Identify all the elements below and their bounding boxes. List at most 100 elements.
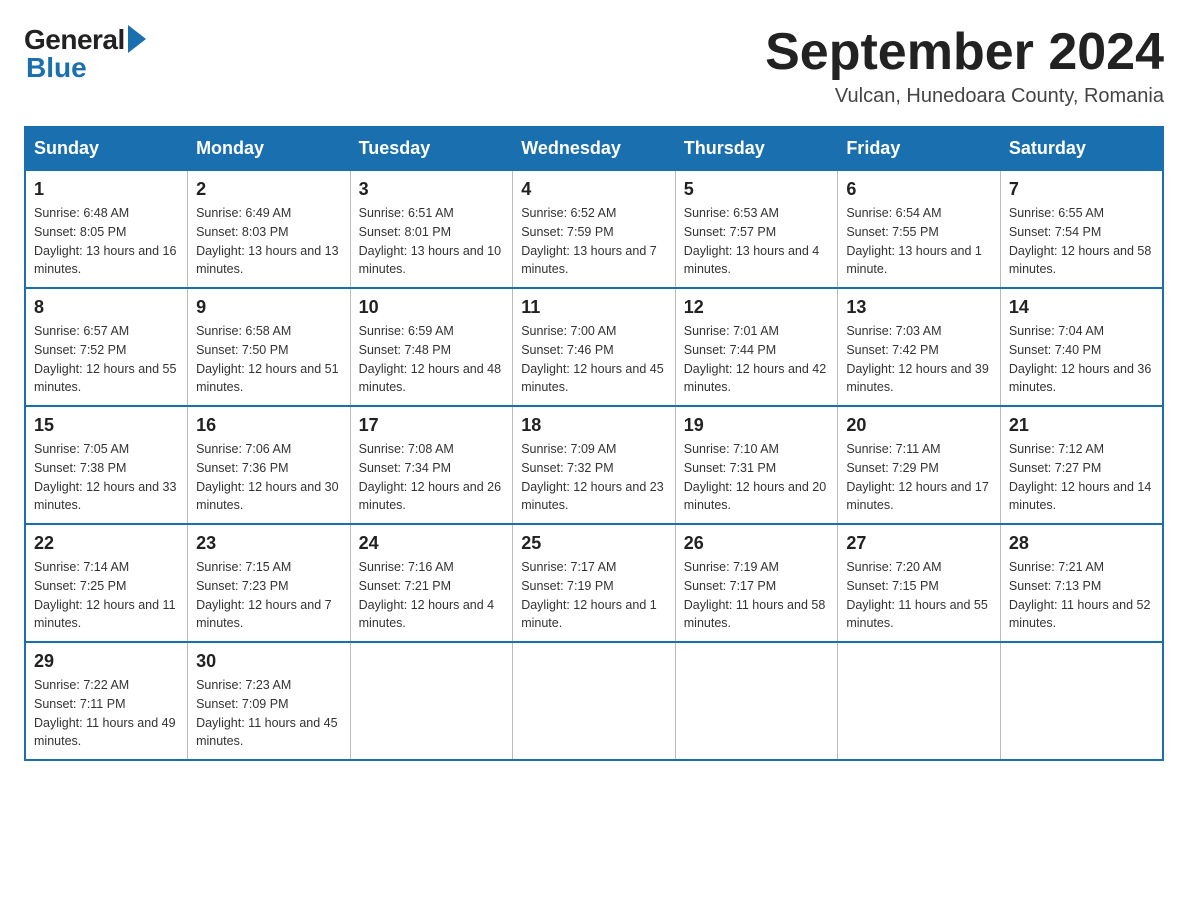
day-info: Sunrise: 6:48 AMSunset: 8:05 PMDaylight:… [34,204,179,279]
calendar-day-cell: 16 Sunrise: 7:06 AMSunset: 7:36 PMDayligh… [188,406,351,524]
day-info: Sunrise: 7:17 AMSunset: 7:19 PMDaylight:… [521,558,667,633]
day-number: 17 [359,415,505,436]
day-number: 5 [684,179,830,200]
day-info: Sunrise: 6:51 AMSunset: 8:01 PMDaylight:… [359,204,505,279]
calendar-day-cell: 4 Sunrise: 6:52 AMSunset: 7:59 PMDaylight… [513,170,676,288]
day-number: 10 [359,297,505,318]
day-info: Sunrise: 7:05 AMSunset: 7:38 PMDaylight:… [34,440,179,515]
calendar-day-cell: 24Sunrise: 7:16 AMSunset: 7:21 PMDayligh… [350,524,513,642]
calendar-day-cell: 6 Sunrise: 6:54 AMSunset: 7:55 PMDaylight… [838,170,1001,288]
day-number: 30 [196,651,342,672]
day-info: Sunrise: 7:12 AMSunset: 7:27 PMDaylight:… [1009,440,1154,515]
calendar-week-row: 29Sunrise: 7:22 AMSunset: 7:11 PMDayligh… [25,642,1163,760]
day-info: Sunrise: 7:06 AMSunset: 7:36 PMDaylight:… [196,440,342,515]
day-number: 25 [521,533,667,554]
calendar-day-cell: 20Sunrise: 7:11 AMSunset: 7:29 PMDayligh… [838,406,1001,524]
logo-blue-text: Blue [26,52,87,84]
calendar-header-row: SundayMondayTuesdayWednesdayThursdayFrid… [25,127,1163,170]
day-number: 2 [196,179,342,200]
calendar-day-cell [513,642,676,760]
weekday-header: Wednesday [513,127,676,170]
day-number: 29 [34,651,179,672]
day-info: Sunrise: 7:10 AMSunset: 7:31 PMDaylight:… [684,440,830,515]
day-info: Sunrise: 6:54 AMSunset: 7:55 PMDaylight:… [846,204,992,279]
weekday-header: Saturday [1000,127,1163,170]
calendar-day-cell: 11 Sunrise: 7:00 AMSunset: 7:46 PMDayligh… [513,288,676,406]
calendar-day-cell: 5 Sunrise: 6:53 AMSunset: 7:57 PMDaylight… [675,170,838,288]
calendar-day-cell [675,642,838,760]
day-number: 16 [196,415,342,436]
day-info: Sunrise: 6:57 AMSunset: 7:52 PMDaylight:… [34,322,179,397]
day-number: 27 [846,533,992,554]
calendar-day-cell [350,642,513,760]
weekday-header: Tuesday [350,127,513,170]
day-number: 26 [684,533,830,554]
day-info: Sunrise: 7:09 AMSunset: 7:32 PMDaylight:… [521,440,667,515]
day-number: 28 [1009,533,1154,554]
calendar-week-row: 15 Sunrise: 7:05 AMSunset: 7:38 PMDayligh… [25,406,1163,524]
day-info: Sunrise: 7:08 AMSunset: 7:34 PMDaylight:… [359,440,505,515]
calendar-day-cell: 14Sunrise: 7:04 AMSunset: 7:40 PMDayligh… [1000,288,1163,406]
calendar-day-cell: 27Sunrise: 7:20 AMSunset: 7:15 PMDayligh… [838,524,1001,642]
day-number: 11 [521,297,667,318]
day-number: 15 [34,415,179,436]
calendar-day-cell: 22 Sunrise: 7:14 AMSunset: 7:25 PMDayligh… [25,524,188,642]
day-info: Sunrise: 7:15 AMSunset: 7:23 PMDaylight:… [196,558,342,633]
day-number: 22 [34,533,179,554]
weekday-header: Monday [188,127,351,170]
calendar-day-cell [1000,642,1163,760]
day-number: 7 [1009,179,1154,200]
day-number: 23 [196,533,342,554]
calendar-week-row: 8 Sunrise: 6:57 AMSunset: 7:52 PMDaylight… [25,288,1163,406]
day-info: Sunrise: 7:21 AMSunset: 7:13 PMDaylight:… [1009,558,1154,633]
day-number: 4 [521,179,667,200]
day-info: Sunrise: 7:23 AMSunset: 7:09 PMDaylight:… [196,676,342,751]
calendar-day-cell: 23 Sunrise: 7:15 AMSunset: 7:23 PMDayligh… [188,524,351,642]
day-number: 21 [1009,415,1154,436]
logo: General Blue [24,24,146,84]
day-number: 1 [34,179,179,200]
calendar-day-cell: 2 Sunrise: 6:49 AMSunset: 8:03 PMDaylight… [188,170,351,288]
day-info: Sunrise: 7:03 AMSunset: 7:42 PMDaylight:… [846,322,992,397]
calendar-day-cell: 30 Sunrise: 7:23 AMSunset: 7:09 PMDayligh… [188,642,351,760]
calendar-day-cell: 8 Sunrise: 6:57 AMSunset: 7:52 PMDaylight… [25,288,188,406]
day-info: Sunrise: 7:00 AMSunset: 7:46 PMDaylight:… [521,322,667,397]
calendar-day-cell: 18 Sunrise: 7:09 AMSunset: 7:32 PMDayligh… [513,406,676,524]
calendar-day-cell: 28 Sunrise: 7:21 AMSunset: 7:13 PMDayligh… [1000,524,1163,642]
calendar-day-cell [838,642,1001,760]
day-info: Sunrise: 7:16 AMSunset: 7:21 PMDaylight:… [359,558,505,633]
title-area: September 2024 Vulcan, Hunedoara County,… [765,24,1164,108]
day-number: 13 [846,297,992,318]
day-info: Sunrise: 7:11 AMSunset: 7:29 PMDaylight:… [846,440,992,515]
day-info: Sunrise: 7:01 AMSunset: 7:44 PMDaylight:… [684,322,830,397]
day-number: 8 [34,297,179,318]
calendar-day-cell: 21 Sunrise: 7:12 AMSunset: 7:27 PMDayligh… [1000,406,1163,524]
day-info: Sunrise: 6:53 AMSunset: 7:57 PMDaylight:… [684,204,830,279]
calendar-day-cell: 19 Sunrise: 7:10 AMSunset: 7:31 PMDayligh… [675,406,838,524]
calendar-day-cell: 10Sunrise: 6:59 AMSunset: 7:48 PMDayligh… [350,288,513,406]
day-info: Sunrise: 7:14 AMSunset: 7:25 PMDaylight:… [34,558,179,633]
day-number: 14 [1009,297,1154,318]
calendar-week-row: 22 Sunrise: 7:14 AMSunset: 7:25 PMDayligh… [25,524,1163,642]
calendar-day-cell: 1 Sunrise: 6:48 AMSunset: 8:05 PMDaylight… [25,170,188,288]
weekday-header: Friday [838,127,1001,170]
day-info: Sunrise: 6:52 AMSunset: 7:59 PMDaylight:… [521,204,667,279]
day-info: Sunrise: 6:58 AMSunset: 7:50 PMDaylight:… [196,322,342,397]
calendar-day-cell: 9 Sunrise: 6:58 AMSunset: 7:50 PMDaylight… [188,288,351,406]
calendar-day-cell: 26 Sunrise: 7:19 AMSunset: 7:17 PMDayligh… [675,524,838,642]
day-number: 6 [846,179,992,200]
page-header: General Blue September 2024 Vulcan, Hune… [24,24,1164,108]
calendar-day-cell: 25 Sunrise: 7:17 AMSunset: 7:19 PMDayligh… [513,524,676,642]
calendar-week-row: 1 Sunrise: 6:48 AMSunset: 8:05 PMDaylight… [25,170,1163,288]
location: Vulcan, Hunedoara County, Romania [765,85,1164,108]
weekday-header: Thursday [675,127,838,170]
day-info: Sunrise: 6:49 AMSunset: 8:03 PMDaylight:… [196,204,342,279]
day-info: Sunrise: 7:19 AMSunset: 7:17 PMDaylight:… [684,558,830,633]
day-number: 12 [684,297,830,318]
day-number: 18 [521,415,667,436]
weekday-header: Sunday [25,127,188,170]
day-number: 19 [684,415,830,436]
month-title: September 2024 [765,24,1164,81]
day-number: 9 [196,297,342,318]
calendar-day-cell: 3Sunrise: 6:51 AMSunset: 8:01 PMDaylight… [350,170,513,288]
